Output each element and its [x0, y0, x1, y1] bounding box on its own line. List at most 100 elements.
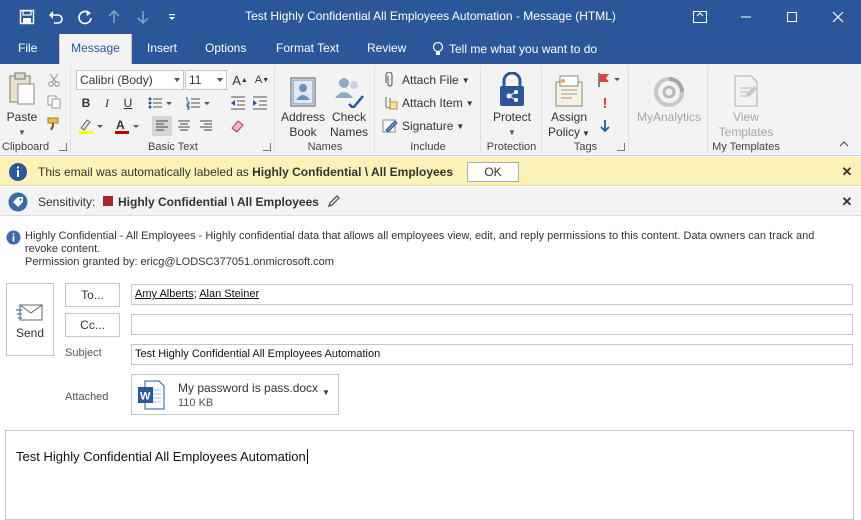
copy-icon[interactable] [44, 92, 64, 112]
tab-file[interactable]: File [8, 34, 47, 64]
paste-button[interactable]: Paste ▼ [3, 70, 41, 140]
myanalytics-icon [632, 70, 706, 108]
collapse-ribbon-icon[interactable] [836, 136, 852, 152]
check-names-button[interactable]: Check Names [327, 70, 371, 140]
signature-icon [382, 118, 398, 134]
lightbulb-icon [432, 41, 444, 57]
grow-font-icon[interactable]: A ▲ [230, 70, 250, 90]
bullets-icon[interactable] [144, 93, 178, 113]
address-book-label-2: Book [289, 125, 317, 139]
follow-up-flag-icon[interactable] [595, 70, 623, 90]
assign-policy-button[interactable]: Assign Policy ▼ [546, 70, 592, 141]
infobar-close-icon[interactable]: ✕ [840, 165, 854, 179]
underline-icon[interactable]: U [118, 93, 138, 113]
subject-label: Subject [65, 347, 102, 359]
infobar-ok-button[interactable]: OK [467, 162, 519, 182]
font-name-combo[interactable]: Calibri (Body) [76, 70, 184, 90]
sensitivity-bar: Sensitivity: Highly Confidential \ All E… [0, 187, 861, 216]
align-left-icon[interactable] [152, 116, 172, 136]
tags-launcher-icon[interactable] [617, 143, 625, 151]
sensitivity-label[interactable]: Highly Confidential \ All Employees [118, 195, 319, 209]
recipient-amy-alberts[interactable]: Amy Alberts [135, 288, 194, 300]
shrink-font-icon[interactable]: A ▼ [252, 70, 272, 90]
clipboard-launcher-icon[interactable] [59, 143, 67, 151]
assign-policy-icon [546, 70, 592, 108]
view-templates-button[interactable]: View Templates [713, 70, 779, 140]
protection-group: Protect ▼ Protection [482, 66, 542, 154]
redo-icon[interactable] [70, 0, 99, 34]
include-label: Include [410, 141, 446, 153]
cut-icon[interactable] [44, 70, 64, 90]
cc-field[interactable] [131, 314, 853, 335]
bold-icon[interactable]: B [76, 93, 96, 113]
font-color-icon[interactable]: A [112, 116, 142, 136]
attachment-card[interactable]: W My password is pass.docx 110 KB ▼ [131, 374, 339, 415]
ribbon-display-options-icon[interactable] [677, 0, 723, 34]
clear-formatting-icon[interactable] [228, 116, 248, 136]
myanalytics-label: MyAnalytics [636, 110, 701, 124]
protect-button[interactable]: Protect ▼ [486, 70, 538, 140]
arrow-up-icon[interactable] [99, 0, 128, 34]
clipboard-group: Paste ▼ Clipboard [0, 66, 71, 154]
message-body-text: Test Highly Confidential All Employees A… [16, 449, 308, 464]
font-size-value: 11 [189, 73, 202, 87]
protection-label: Protection [486, 141, 537, 153]
attach-file-label: Attach File [402, 73, 459, 87]
high-importance-icon[interactable]: ! [595, 93, 615, 113]
tags-label: Tags [573, 141, 598, 153]
numbering-icon[interactable] [182, 93, 216, 113]
tab-message[interactable]: Message [59, 34, 132, 64]
sensitivity-close-icon[interactable]: ✕ [840, 195, 854, 209]
arrow-down-icon[interactable] [128, 0, 157, 34]
to-field[interactable]: Amy Alberts; Alan Steiner [131, 284, 853, 305]
customize-qat-icon[interactable] [157, 0, 186, 34]
align-right-icon[interactable] [196, 116, 216, 136]
address-book-button[interactable]: Address Book [280, 70, 326, 140]
message-body-editor[interactable]: Test Highly Confidential All Employees A… [5, 430, 854, 520]
highlight-icon[interactable] [76, 116, 106, 136]
send-button[interactable]: Send [6, 283, 54, 356]
subject-field[interactable]: Test Highly Confidential All Employees A… [131, 344, 853, 365]
to-button[interactable]: To... [65, 283, 120, 307]
infobar-prefix: This email was automatically labeled as [38, 165, 253, 179]
view-templates-icon [713, 70, 779, 108]
tags-group: Assign Policy ▼ ! Tags [543, 66, 629, 154]
attachment-dropdown-icon[interactable]: ▼ [322, 388, 330, 397]
tab-review[interactable]: Review [357, 34, 416, 64]
check-names-icon [327, 70, 371, 108]
edit-pencil-icon[interactable] [327, 194, 341, 211]
signature-button[interactable]: Signature ▼ [382, 116, 464, 136]
word-document-icon: W [137, 380, 165, 413]
low-importance-icon[interactable] [595, 116, 615, 136]
attach-item-button[interactable]: Attach Item ▼ [382, 93, 474, 113]
tab-format-text[interactable]: Format Text [266, 34, 349, 64]
close-icon[interactable] [815, 0, 861, 34]
attach-file-button[interactable]: Attach File ▼ [382, 70, 470, 90]
tab-options[interactable]: Options [195, 34, 256, 64]
maximize-icon[interactable] [769, 0, 815, 34]
tab-insert[interactable]: Insert [137, 34, 187, 64]
assign-policy-label-2: Policy ▼ [548, 125, 590, 139]
undo-icon[interactable] [41, 0, 70, 34]
recipient-alan-steiner[interactable]: Alan Steiner [199, 288, 259, 300]
send-envelope-icon [7, 302, 53, 322]
chevron-down-icon: ▼ [465, 98, 474, 108]
align-center-icon[interactable] [174, 116, 194, 136]
font-name-value: Calibri (Body) [80, 73, 153, 87]
cc-button[interactable]: Cc... [65, 313, 120, 337]
increase-indent-icon[interactable] [250, 93, 270, 113]
save-icon[interactable] [12, 0, 41, 34]
format-painter-icon[interactable] [44, 114, 64, 134]
decrease-indent-icon[interactable] [228, 93, 248, 113]
paste-dropdown-icon: ▼ [18, 128, 26, 137]
myanalytics-button[interactable]: MyAnalytics [632, 70, 706, 125]
svg-text:W: W [140, 391, 151, 403]
italic-icon[interactable]: I [97, 93, 117, 113]
basic-text-launcher-icon[interactable] [263, 143, 271, 151]
minimize-icon[interactable] [723, 0, 769, 34]
check-names-label-1: Check [331, 110, 366, 124]
title-bar: Test Highly Confidential All Employees A… [0, 0, 861, 34]
font-size-combo[interactable]: 11 [185, 70, 227, 90]
tell-me-box[interactable]: Tell me what you want to do [432, 34, 597, 64]
signature-label: Signature [402, 119, 454, 133]
